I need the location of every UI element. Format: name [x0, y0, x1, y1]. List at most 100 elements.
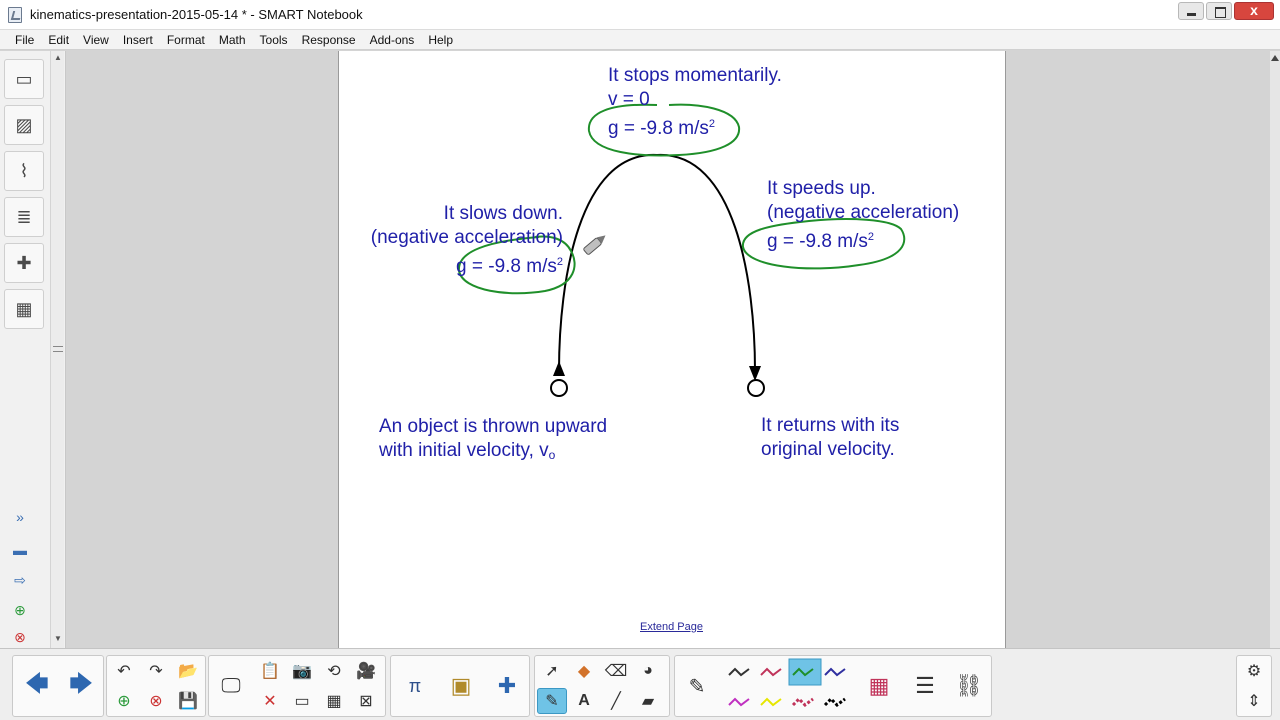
delete-x-icon: ✕: [263, 693, 277, 710]
menu-file[interactable]: File: [8, 30, 41, 49]
menu-help[interactable]: Help: [421, 30, 460, 49]
delete-page-button[interactable]: ⊗: [141, 688, 171, 714]
fill-button[interactable]: ◕: [633, 658, 663, 684]
clipboard-icon: 📋: [260, 663, 280, 680]
math-tools-button[interactable]: π: [395, 658, 435, 714]
save-icon: 💾: [178, 693, 198, 710]
color-palette-button[interactable]: ▦: [859, 658, 899, 714]
collapse-panel-icon[interactable]: »: [2, 503, 38, 531]
clipboard-tool-icon: ▣: [450, 673, 472, 698]
screen-shade-button[interactable]: 🖵: [211, 658, 251, 714]
right-line1: It speeds up.: [767, 178, 876, 199]
side-panel-scrollbar[interactable]: ▲ ▼: [50, 51, 64, 648]
text-button[interactable]: A: [569, 688, 599, 714]
arrow-right-icon: 🡆: [69, 671, 93, 696]
line-style-icon: ☰: [915, 673, 935, 698]
pen-color-1: [728, 667, 750, 677]
shapes-icon: ◆: [577, 663, 591, 680]
notebook-page[interactable]: It stops momentarily. v = 0 g = -9.8 m/s…: [338, 51, 1006, 648]
gear-icon: ⚙: [1246, 663, 1262, 680]
maximize-button[interactable]: [1206, 2, 1232, 20]
link-button[interactable]: ⛓: [949, 658, 989, 714]
delete-page-side-icon[interactable]: ⊗: [2, 623, 38, 651]
side-panel: ▭ ▨ ⌇ ≣ ✚ ▦ » ▬ ⇨ ⊕ ⊗ ▲ ▼: [0, 51, 66, 648]
canvas-scrollbar[interactable]: [1270, 51, 1280, 648]
rotate-button[interactable]: ⟲: [319, 658, 349, 684]
redo-button[interactable]: ↷: [141, 658, 171, 684]
puzzle-icon: ✚: [497, 673, 517, 698]
pen-color-4: [824, 667, 846, 677]
top-line2: v = 0: [608, 89, 650, 110]
side-tabs: ▭ ▨ ⌇ ≣ ✚ ▦: [4, 59, 44, 335]
eraser-button[interactable]: ⌫: [601, 658, 631, 684]
undo-button[interactable]: ↶: [109, 658, 139, 684]
pen-color-8: [823, 696, 846, 707]
properties-icon[interactable]: ≣: [4, 197, 44, 237]
attachments-icon[interactable]: ⌇: [4, 151, 44, 191]
move-panel-icon[interactable]: ⇨: [2, 566, 38, 594]
auto-hide-icon[interactable]: ▬: [2, 536, 38, 564]
pen-colors[interactable]: [721, 657, 861, 717]
menu-tools[interactable]: Tools: [253, 30, 295, 49]
folder-icon: 📂: [178, 663, 198, 680]
menu-edit[interactable]: Edit: [41, 30, 76, 49]
fullscreen-button[interactable]: ⊠: [351, 688, 381, 714]
splitter-grip[interactable]: [53, 346, 63, 352]
menu-view[interactable]: View: [76, 30, 116, 49]
extend-page-link[interactable]: Extend Page: [640, 621, 703, 633]
edit-group: ↶ ↷ 📂 ⊕ ⊗ 💾: [106, 655, 206, 717]
menu-math[interactable]: Math: [212, 30, 253, 49]
scroll-down-icon[interactable]: ▼: [52, 634, 64, 646]
move-toolbar-button[interactable]: ⇕: [1239, 688, 1269, 714]
eraser-icon: ⌫: [604, 663, 628, 680]
left-line1: It slows down.: [443, 203, 563, 224]
pen-color-2: [760, 667, 782, 677]
pen-color-5: [728, 697, 750, 707]
pen-button[interactable]: ✎: [677, 658, 717, 714]
capture-button[interactable]: 📷: [287, 658, 317, 684]
add-page-icon: ⊕: [117, 693, 131, 710]
line-button[interactable]: ╱: [601, 688, 631, 714]
settings-button[interactable]: ⚙: [1239, 658, 1269, 684]
menu-insert[interactable]: Insert: [116, 30, 160, 49]
shapes-button[interactable]: ◆: [569, 658, 599, 684]
eraser2-icon: ▰: [641, 693, 655, 710]
creative-pen-button[interactable]: ✎: [537, 688, 567, 714]
scroll-up-arrow-icon[interactable]: [1271, 55, 1279, 61]
menu-format[interactable]: Format: [160, 30, 212, 49]
paste-button[interactable]: 📋: [255, 658, 285, 684]
previous-page-button[interactable]: 🡄: [17, 658, 57, 714]
add-page-button[interactable]: ⊕: [109, 688, 139, 714]
nav-group: 🡄 🡆: [12, 655, 104, 717]
add-page-side-icon[interactable]: ⊕: [2, 596, 38, 624]
next-page-button[interactable]: 🡆: [61, 658, 101, 714]
page-sorter-icon[interactable]: ▭: [4, 59, 44, 99]
top-line3: g = -9.8 m/s2: [608, 112, 782, 141]
redo-icon: ↷: [149, 663, 163, 680]
delete-button[interactable]: ✕: [255, 688, 285, 714]
right-annotation: It speeds up. (negative acceleration) g …: [767, 177, 959, 254]
gallery-icon[interactable]: ▨: [4, 105, 44, 145]
bottom-left-line1: An object is thrown upward: [379, 416, 608, 437]
addons-button[interactable]: ✚: [487, 658, 527, 714]
close-icon: x: [1250, 2, 1258, 18]
table-button[interactable]: ▦: [319, 688, 349, 714]
magic-eraser-button[interactable]: ▰: [633, 688, 663, 714]
scroll-up-icon[interactable]: ▲: [52, 53, 64, 65]
add-ons-icon[interactable]: ✚: [4, 243, 44, 283]
minimize-button[interactable]: [1178, 2, 1204, 20]
document-camera-button[interactable]: 🎥: [351, 658, 381, 684]
menu-response[interactable]: Response: [295, 30, 363, 49]
line-style-button[interactable]: ☰: [905, 658, 945, 714]
start-point-circle: [550, 379, 568, 397]
menu-addons[interactable]: Add-ons: [363, 30, 422, 49]
addons-group: π ▣ ✚: [390, 655, 530, 717]
open-file-button[interactable]: 📂: [173, 658, 203, 684]
display-button[interactable]: ▭: [287, 688, 317, 714]
close-button[interactable]: x: [1234, 2, 1274, 20]
arrow-left-icon: 🡄: [25, 671, 49, 696]
save-button[interactable]: 💾: [173, 688, 203, 714]
lesson-activity-icon[interactable]: ▦: [4, 289, 44, 329]
response-button[interactable]: ▣: [441, 658, 481, 714]
select-button[interactable]: ➚: [537, 658, 567, 684]
